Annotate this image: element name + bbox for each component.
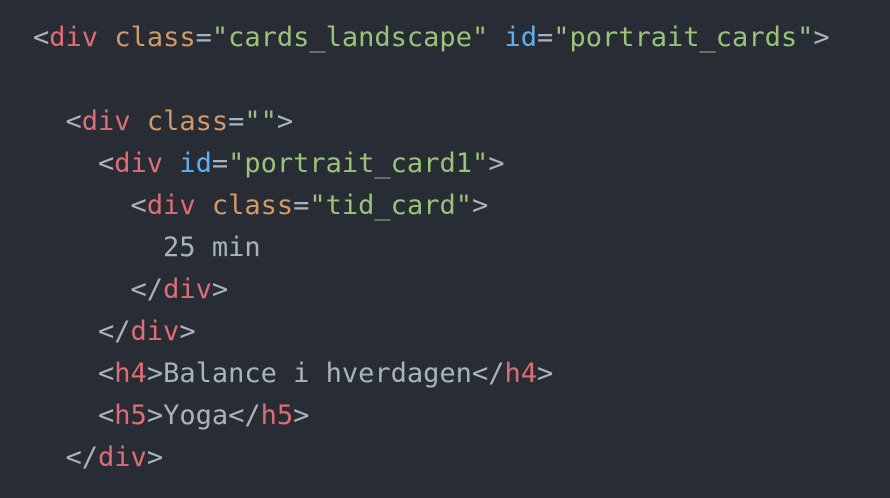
punct: = [536,22,554,53]
code-line-7: </div> [33,269,890,311]
punct: > [488,148,505,179]
punct: > [211,274,229,305]
tag-name: h4 [504,358,537,389]
punct: = [211,148,229,179]
attr-name: id [179,148,212,179]
attr-name: class [114,22,196,53]
text-content: Yoga [163,400,229,431]
text-content: Balance i hverdagen [163,358,472,389]
code-line-8: </div> [33,311,890,353]
code-editor[interactable]: <div class="cards_landscape" id="portrai… [0,0,890,498]
punct: = [228,106,245,137]
attr-name: class [146,106,229,137]
punct: > [146,400,164,431]
punct: </ [228,400,261,431]
tag-name: div [114,148,164,179]
punct: < [98,148,115,179]
punct: > [536,358,554,389]
code-line-4: <div id="portrait_card1"> [33,143,890,185]
tag-name: div [81,106,131,137]
attr-value: "tid_card" [309,190,472,221]
punct: </ [471,358,505,389]
code-line-9: <h4>Balance i hverdagen</h4> [33,353,890,395]
attr-value: "cards_landscape" [211,22,489,53]
attr-value: "" [244,106,277,137]
punct: > [293,400,310,431]
attr-name: id [504,22,537,53]
punct: < [98,358,115,389]
code-line-11: </div> [33,437,890,479]
punct: < [33,22,50,53]
attr-name: class [211,190,294,221]
punct: > [179,316,196,347]
punct: > [471,190,489,221]
attr-value: "portrait_card1" [228,148,489,179]
tag-name: h5 [260,400,294,431]
text-content: 25 min [163,232,261,263]
code-line-1: <div class="cards_landscape" id="portrai… [33,17,890,59]
punct: </ [98,316,131,347]
punct: > [276,106,294,137]
tag-name: div [163,274,212,305]
punct: = [195,22,212,53]
tag-name: div [130,316,180,347]
tag-name: h4 [114,358,147,389]
punct: < [130,190,147,221]
code-line-10: <h5>Yoga</h5> [33,395,890,437]
punct: = [293,190,310,221]
tag-name: div [146,190,196,221]
punct: > [813,22,830,53]
tag-name: div [98,442,147,473]
punct: > [146,442,164,473]
punct: </ [130,274,164,305]
attr-value: "portrait_cards" [553,22,814,53]
code-line-6: 25 min [33,227,890,269]
code-line-5: <div class="tid_card"> [33,185,890,227]
tag-name: div [49,22,99,53]
punct: < [65,106,82,137]
punct: > [146,358,164,389]
code-line-3: <div class=""> [33,101,890,143]
punct: </ [65,442,99,473]
tag-name: h5 [114,400,147,431]
punct: < [98,400,115,431]
